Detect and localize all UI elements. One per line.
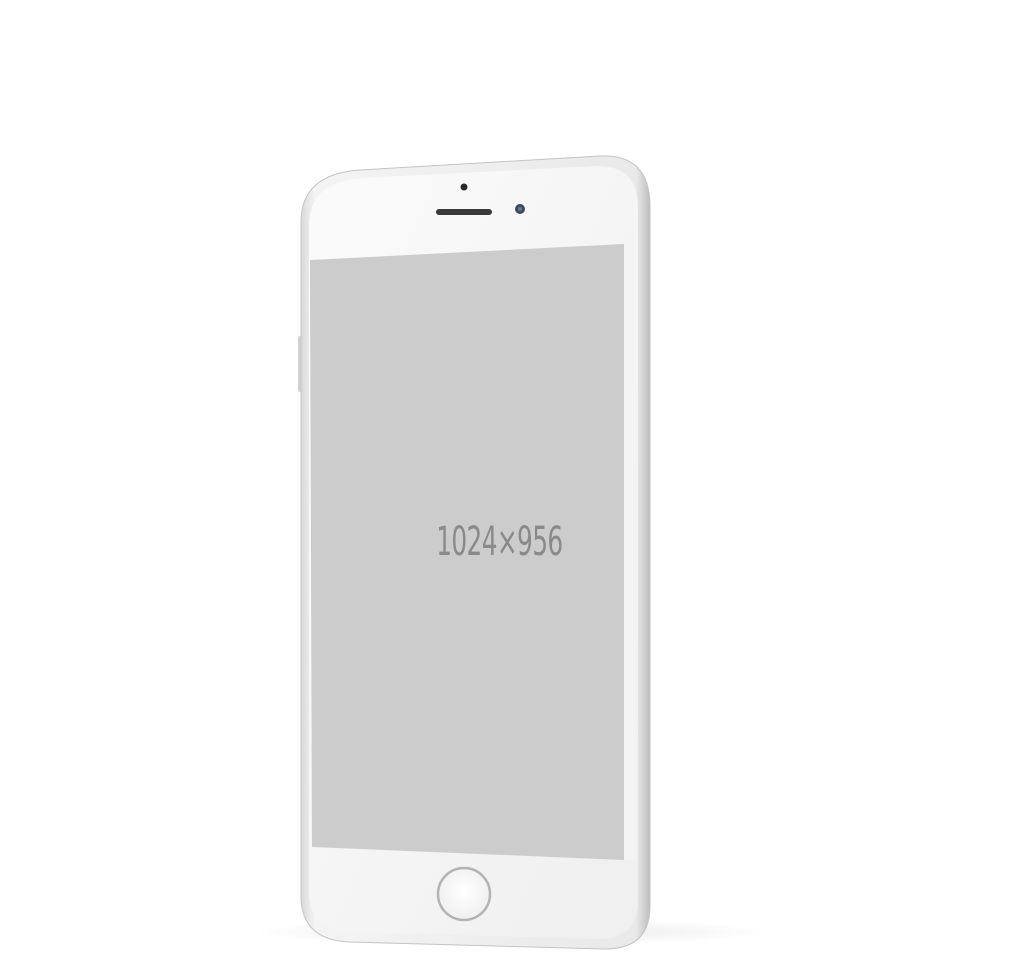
front-camera-icon — [460, 183, 468, 191]
screen-right-bezel — [624, 243, 636, 861]
mockup-stage: 1024×956 — [0, 0, 1024, 956]
screen-placeholder-text: 1024×956 — [436, 522, 563, 562]
earpiece-speaker — [436, 209, 492, 215]
home-button[interactable] — [436, 866, 492, 922]
